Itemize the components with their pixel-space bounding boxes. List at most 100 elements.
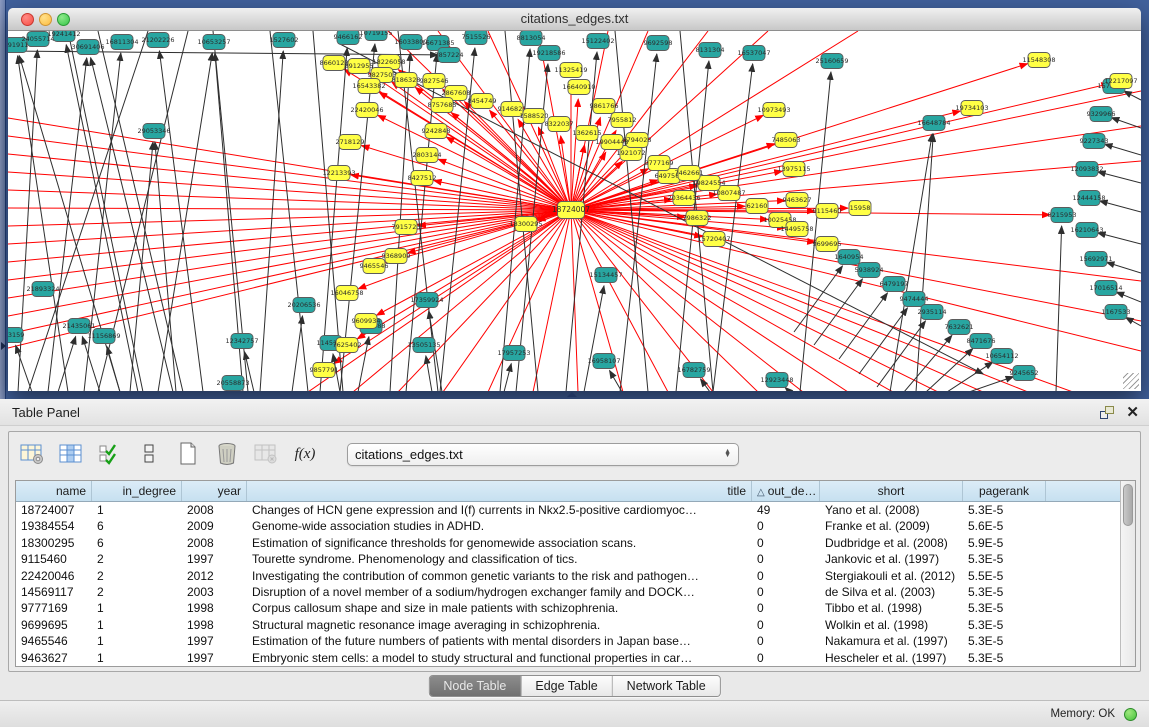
table-options-icon[interactable]	[19, 441, 45, 467]
cell-name: 9777169	[16, 600, 92, 616]
zoom-window-button[interactable]	[57, 13, 70, 26]
cell-pagerank: 5.3E-5	[963, 551, 1046, 567]
cell-name: 18724007	[16, 502, 92, 518]
tab-edge-table[interactable]: Edge Table	[521, 676, 612, 696]
graph-node-label: 9474444	[900, 295, 929, 303]
cell-short: Yano et al. (2008)	[820, 502, 963, 518]
dropdown-arrows-icon: ▲▼	[724, 450, 731, 458]
table-row[interactable]: 1830029562008Estimation of significance …	[16, 535, 1120, 551]
delete-columns-icon[interactable]	[214, 441, 240, 467]
table-row[interactable]: 946554611997Estimation of the future num…	[16, 633, 1120, 649]
cell-name: 9115460	[16, 551, 92, 567]
citation-edge-black	[839, 293, 887, 359]
float-panel-icon[interactable]	[1100, 406, 1114, 419]
citation-edge-black	[18, 56, 68, 391]
graph-node-label: 25160659	[815, 57, 848, 65]
citation-edge-red	[571, 210, 1141, 351]
graph-node-label: 9692598	[644, 39, 673, 47]
table-panel: Table Panel ✕	[0, 399, 1149, 700]
cell-short: Hescheler et al. (1997)	[820, 650, 963, 666]
graph-node-label: 9699695	[813, 240, 842, 248]
cell-out_degree: 0	[752, 617, 820, 633]
graph-node-label: 1921072	[617, 149, 646, 157]
column-header-title[interactable]: title	[247, 481, 752, 501]
cell-pagerank: 5.3E-5	[963, 600, 1046, 616]
column-header-pagerank[interactable]: pagerank	[963, 481, 1046, 501]
table-row[interactable]: 1872400712008Changes of HCN gene express…	[16, 502, 1120, 518]
function-builder-icon[interactable]: f(x)	[292, 441, 318, 467]
column-header-short[interactable]: short	[820, 481, 963, 501]
cell-short: Dudbridge et al. (2008)	[820, 535, 963, 551]
sort-ascending-icon: △	[757, 487, 765, 498]
table-row[interactable]: 1938455462009Genome-wide association stu…	[16, 518, 1120, 534]
graph-node-label: 21435061	[62, 322, 95, 330]
graph-node-label: 7485063	[772, 136, 801, 144]
table-panel-titlebar: Table Panel ✕	[0, 399, 1149, 426]
cell-title: Structural magnetic resonance image aver…	[247, 617, 752, 633]
cell-pagerank: 5.3E-5	[963, 617, 1046, 633]
network-canvas[interactable]: 1691911724055714192414123069140616811304…	[8, 31, 1141, 391]
cell-in_degree: 1	[92, 633, 182, 649]
cell-in_degree: 2	[92, 584, 182, 600]
close-panel-icon[interactable]: ✕	[1126, 406, 1139, 420]
graph-node-label: 12213393	[322, 169, 355, 177]
cell-name: 9699695	[16, 617, 92, 633]
close-window-button[interactable]	[21, 13, 34, 26]
graph-node-label: 393159	[8, 331, 24, 339]
minimize-window-button[interactable]	[39, 13, 52, 26]
graph-node-label: 1640954	[835, 253, 864, 261]
table-selector-dropdown[interactable]: citations_edges.txt ▲▼	[347, 443, 739, 466]
column-header-year[interactable]: year	[182, 481, 247, 501]
cell-out_degree: 0	[752, 600, 820, 616]
graph-node-label: 13975115	[777, 165, 810, 173]
citation-edge-black	[713, 64, 753, 391]
cell-in_degree: 1	[92, 502, 182, 518]
tab-network-table[interactable]: Network Table	[613, 676, 720, 696]
graph-node-label: 13505135	[407, 341, 440, 349]
table-row[interactable]: 977716911998Corpus callosum shape and si…	[16, 600, 1120, 616]
show-columns-icon[interactable]	[58, 441, 84, 467]
split-pane-handle[interactable]	[567, 392, 577, 397]
tab-node-table[interactable]: Node Table	[429, 676, 521, 696]
column-header-in_degree[interactable]: in_degree	[92, 481, 182, 501]
graph-node-label: 9463627	[783, 196, 812, 204]
table-row[interactable]: 946362711997Embryonic stem cells: a mode…	[16, 650, 1120, 666]
table-selector-value: citations_edges.txt	[355, 447, 463, 462]
citation-edge-red	[8, 190, 571, 210]
cell-short: Wolkin et al. (1998)	[820, 617, 963, 633]
cell-out_degree: 49	[752, 502, 820, 518]
cell-year: 1998	[182, 600, 247, 616]
column-header-name[interactable]: name	[16, 481, 92, 501]
citation-edge-black	[916, 134, 933, 391]
graph-node-label: 30691406	[71, 43, 104, 51]
citation-edge-black	[1116, 292, 1141, 302]
citation-edge-black	[890, 134, 932, 391]
cell-year: 1998	[182, 617, 247, 633]
cell-in_degree: 1	[92, 617, 182, 633]
citation-edge-black	[700, 379, 710, 391]
cell-title: Corpus callosum shape and size in male p…	[247, 600, 752, 616]
cell-title: Tourette syndrome. Phenomenology and cla…	[247, 551, 752, 567]
table-row[interactable]: 2242004622012Investigating the contribut…	[16, 568, 1120, 584]
table-row[interactable]: 911546021997Tourette syndrome. Phenomeno…	[16, 551, 1120, 567]
select-columns-icon[interactable]	[97, 441, 123, 467]
table-scrollbar[interactable]	[1120, 481, 1135, 666]
graph-node-label: 7986322	[683, 214, 712, 222]
table-scrollbar-thumb[interactable]	[1123, 484, 1133, 526]
new-column-icon[interactable]	[175, 441, 201, 467]
citation-edge-black	[1100, 201, 1141, 212]
table-row[interactable]: 1456911722003Disruption of a novel membe…	[16, 584, 1120, 600]
row-height-icon[interactable]	[136, 441, 162, 467]
graph-node-label: 9227343	[1080, 137, 1109, 145]
window-titlebar[interactable]: citations_edges.txt	[8, 8, 1141, 31]
window-resize-grip[interactable]	[1123, 373, 1139, 389]
graph-node-label: 15958	[850, 204, 871, 212]
table-row[interactable]: 969969511998Structural magnetic resonanc…	[16, 617, 1120, 633]
cell-pagerank: 5.5E-5	[963, 568, 1046, 584]
graph-node-label: 18300295	[509, 220, 542, 228]
citation-network-graph[interactable]: 1691911724055714192414123069140616811304…	[8, 31, 1141, 391]
graph-node-label: 19734103	[955, 104, 988, 112]
column-header-out_degree[interactable]: △out_de…	[752, 481, 820, 501]
cell-title: Disruption of a novel member of a sodium…	[247, 584, 752, 600]
graph-node-label: 15122402	[581, 37, 614, 45]
